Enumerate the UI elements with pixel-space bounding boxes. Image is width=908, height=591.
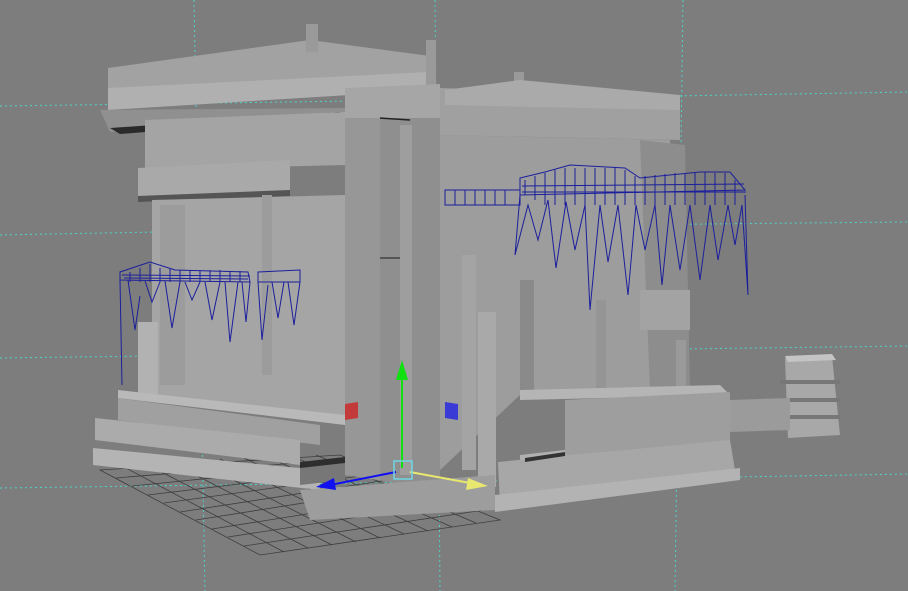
wall-panel: [262, 195, 272, 375]
right-column[interactable]: [520, 280, 534, 390]
center-tower-top[interactable]: [345, 84, 440, 118]
side-crate-band: [780, 380, 840, 384]
right-column[interactable]: [640, 290, 690, 330]
upper-block-left[interactable]: [145, 112, 345, 170]
roof-post[interactable]: [306, 24, 318, 52]
side-ledge[interactable]: [730, 398, 790, 432]
left-pillar[interactable]: [138, 322, 158, 394]
right-column[interactable]: [676, 340, 686, 390]
side-crate[interactable]: [785, 356, 840, 438]
center-tower-front[interactable]: [345, 112, 380, 480]
viewport-canvas[interactable]: [0, 0, 908, 591]
maya-perspective-viewport[interactable]: [0, 0, 908, 591]
right-column[interactable]: [478, 312, 496, 487]
right-column[interactable]: [462, 255, 476, 470]
right-column[interactable]: [596, 300, 606, 395]
manipulator-plane-handle-red[interactable]: [345, 402, 358, 420]
manipulator-plane-handle-blue[interactable]: [445, 402, 458, 420]
wall-panel: [160, 205, 185, 385]
